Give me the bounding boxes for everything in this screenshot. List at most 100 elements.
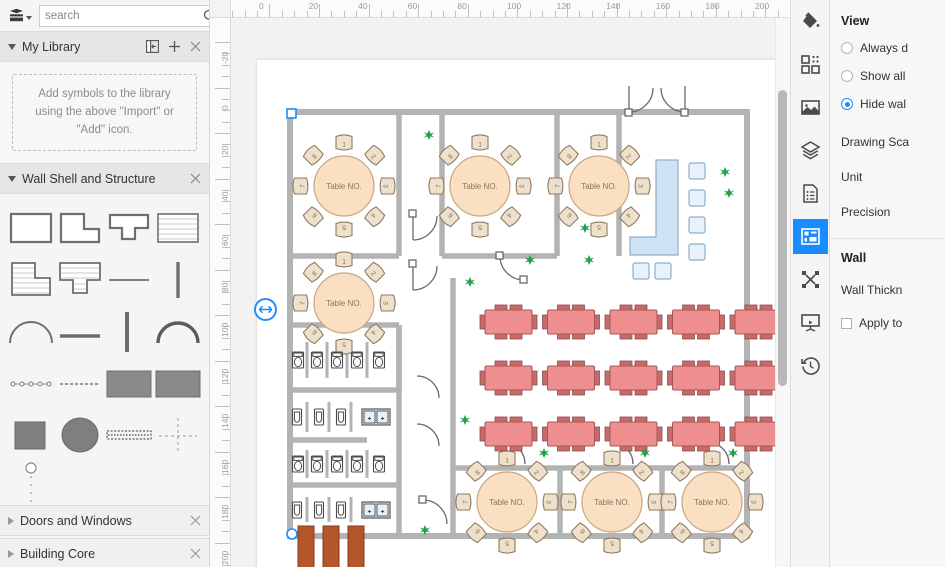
shape-block-solid-wide-2[interactable] <box>154 359 203 409</box>
rect-table[interactable] <box>604 304 663 340</box>
round-table[interactable]: 12345678Table NO. <box>292 134 396 238</box>
rect-table[interactable] <box>667 360 725 396</box>
chair[interactable]: 7 <box>292 177 309 195</box>
page-properties-icon[interactable] <box>793 176 828 211</box>
chair[interactable]: 3 <box>542 493 559 511</box>
search-input[interactable] <box>45 9 199 22</box>
rect-table[interactable] <box>542 304 600 340</box>
rect-table[interactable] <box>604 416 663 452</box>
chair[interactable]: 1 <box>590 134 608 151</box>
rect-table[interactable] <box>729 304 780 340</box>
resize-horizontal-handle[interactable] <box>254 298 277 321</box>
shape-wall-horizontal[interactable] <box>105 255 154 305</box>
rect-table[interactable] <box>729 360 780 396</box>
chair[interactable]: 5 <box>335 221 353 238</box>
image-icon[interactable] <box>793 90 828 125</box>
horizontal-ruler[interactable]: 020406080100120140160180200220240 <box>210 0 790 18</box>
shape-wall-thick-vertical[interactable] <box>105 307 154 357</box>
view-option-hide-wall[interactable]: Hide wal <box>841 97 945 111</box>
chair[interactable]: 1 <box>498 450 516 467</box>
import-icon[interactable] <box>146 40 159 53</box>
chair[interactable]: 1 <box>335 251 353 268</box>
shape-column-round[interactable] <box>55 411 104 461</box>
chair[interactable]: 3 <box>515 177 532 195</box>
chair[interactable]: 7 <box>455 493 472 511</box>
vertical-ruler[interactable]: -20 0 20 40 60 80 100 120 140 160 180 200 <box>210 18 231 567</box>
close-icon[interactable] <box>190 173 201 184</box>
chair[interactable]: 2 <box>527 460 549 482</box>
chair[interactable]: 8 <box>465 460 487 482</box>
chair[interactable]: 5 <box>498 537 516 554</box>
chair[interactable]: 1 <box>703 450 721 467</box>
shape-block-square[interactable] <box>6 411 55 461</box>
connector-icon[interactable] <box>793 262 828 297</box>
search-box[interactable] <box>39 4 209 27</box>
shape-floor-hatch-t[interactable] <box>55 255 104 305</box>
chair[interactable]: 7 <box>547 177 564 195</box>
chair[interactable]: 5 <box>590 221 608 238</box>
chair[interactable]: 3 <box>634 177 651 195</box>
field-unit[interactable]: Unit <box>841 168 945 186</box>
shape-room-rect[interactable] <box>6 203 55 253</box>
round-table[interactable]: 12345678Table NO. <box>560 450 664 554</box>
chair[interactable]: 7 <box>428 177 445 195</box>
history-icon[interactable] <box>793 348 828 383</box>
chair[interactable]: 5 <box>471 221 489 238</box>
apply-to-all-checkbox[interactable]: Apply to <box>841 316 945 330</box>
round-table[interactable]: 12345678Table NO. <box>455 450 559 554</box>
rect-table[interactable] <box>667 416 725 452</box>
chair[interactable]: 4 <box>632 522 654 544</box>
shape-wall-vertical[interactable] <box>154 255 203 305</box>
round-table[interactable]: 12345678Table NO. <box>292 251 396 355</box>
view-option-always-display[interactable]: Always d <box>841 41 945 55</box>
shape-block-solid-wide[interactable] <box>105 359 154 409</box>
chair[interactable]: 7 <box>292 294 309 312</box>
shape-axis-marker[interactable] <box>154 411 203 461</box>
rect-table[interactable] <box>604 360 663 396</box>
round-table[interactable]: 12345678Table NO. <box>428 134 532 238</box>
rect-table[interactable] <box>729 416 780 452</box>
chair[interactable]: 4 <box>732 522 754 544</box>
library-stack-icon[interactable] <box>6 6 34 25</box>
chair[interactable]: 4 <box>364 206 386 228</box>
round-table[interactable]: 12345678Table NO. <box>660 450 764 554</box>
chair[interactable]: 3 <box>379 294 396 312</box>
close-icon[interactable] <box>190 515 201 526</box>
section-header-building-core[interactable]: Building Core <box>0 538 209 567</box>
chair[interactable]: 2 <box>632 460 654 482</box>
chair[interactable]: 1 <box>471 134 489 151</box>
presentation-icon[interactable] <box>793 305 828 340</box>
symbols-library-icon[interactable] <box>793 47 828 82</box>
chair[interactable]: 7 <box>660 493 677 511</box>
chair[interactable]: 4 <box>500 206 522 228</box>
fill-color-icon[interactable] <box>793 4 828 39</box>
rect-table[interactable] <box>479 304 538 340</box>
shape-room-l-shape[interactable] <box>55 203 104 253</box>
shape-floor-hatch-l[interactable] <box>6 255 55 305</box>
field-precision[interactable]: Precision <box>841 203 945 221</box>
shape-dashed-line[interactable] <box>55 359 104 409</box>
rect-table[interactable] <box>542 416 600 452</box>
chair[interactable]: 7 <box>560 493 577 511</box>
chair[interactable]: 2 <box>500 144 522 166</box>
floor-plan-drawing[interactable]: 1 2 3 4 5 6 7 8 Table NO. 1 2 3 4 5 6 7 8 Table NO. 1 2 3 4 5 6… <box>257 60 780 567</box>
shape-chain-line[interactable] <box>6 359 55 409</box>
rect-table[interactable] <box>667 304 725 340</box>
chair[interactable]: 3 <box>747 493 764 511</box>
chair[interactable]: 2 <box>619 144 641 166</box>
selection-anchor-top[interactable] <box>286 108 297 119</box>
chair[interactable]: 1 <box>603 450 621 467</box>
chair[interactable]: 2 <box>732 460 754 482</box>
field-wall-thickness[interactable]: Wall Thickn <box>841 281 945 299</box>
chair[interactable]: 4 <box>619 206 641 228</box>
view-option-show-all[interactable]: Show all <box>841 69 945 83</box>
add-icon[interactable] <box>168 40 181 53</box>
shape-wall-thick-horizontal[interactable] <box>55 307 104 357</box>
chair[interactable]: 2 <box>364 261 386 283</box>
drawing-page[interactable]: 1 2 3 4 5 6 7 8 Table NO. 1 2 3 4 5 6 7 8 Table NO. 1 2 3 4 5 6… <box>257 60 780 567</box>
rect-table[interactable] <box>542 360 600 396</box>
rect-table[interactable] <box>479 416 538 452</box>
chair[interactable]: 6 <box>302 206 324 228</box>
rect-table[interactable] <box>479 360 538 396</box>
canvas-area[interactable]: 020406080100120140160180200220240 -20020… <box>210 0 790 567</box>
